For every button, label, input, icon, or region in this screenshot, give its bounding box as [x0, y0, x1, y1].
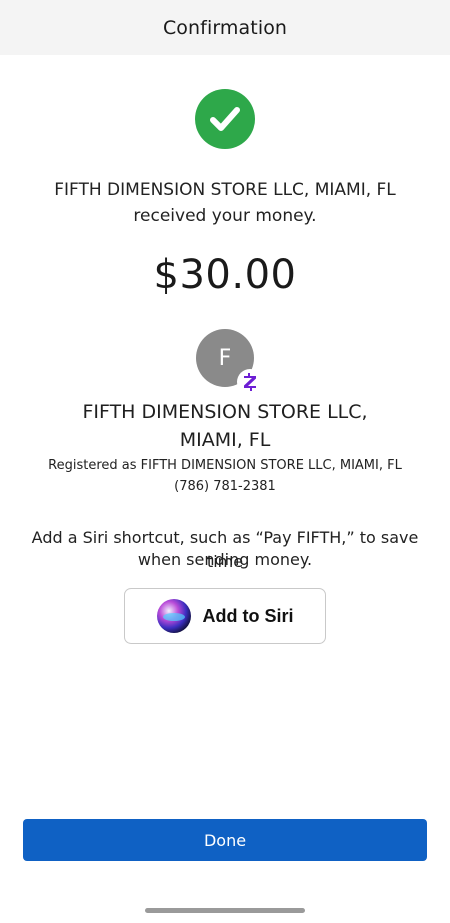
avatar-initial: F — [218, 345, 232, 371]
siri-icon — [156, 599, 191, 633]
success-message-line-1: FIFTH DIMENSION STORE LLC, MIAMI, FL — [54, 180, 396, 200]
home-indicator — [145, 908, 305, 913]
recipient-phone: (786) 781-2381 — [174, 479, 276, 494]
done-button[interactable]: Done — [23, 819, 427, 861]
confirmation-screen: Confirmation FIFTH DIMENSION STORE LLC, … — [0, 0, 450, 923]
siri-prompt-line-2: when sending money. — [137, 550, 313, 569]
checkmark-icon — [210, 107, 240, 131]
add-to-siri-button[interactable]: Add to Siri — [124, 588, 326, 644]
zelle-z-icon — [244, 373, 256, 391]
recipient-name-line-2: MIAMI, FL — [179, 429, 271, 451]
done-label: Done — [203, 830, 247, 850]
check-circle-icon — [195, 89, 255, 149]
registered-name: Registered as FIFTH DIMENSION STORE LLC,… — [48, 458, 402, 473]
recipient-name-line-1: FIFTH DIMENSION STORE LLC, — [82, 401, 368, 423]
zelle-icon — [237, 369, 263, 395]
add-to-siri-label: Add to Siri — [202, 605, 294, 626]
nav-bar: Confirmation — [0, 0, 450, 55]
amount-sent: $30.00 — [153, 252, 297, 298]
success-message-line-2: received your money. — [133, 206, 317, 226]
page-title: Confirmation — [162, 16, 288, 39]
